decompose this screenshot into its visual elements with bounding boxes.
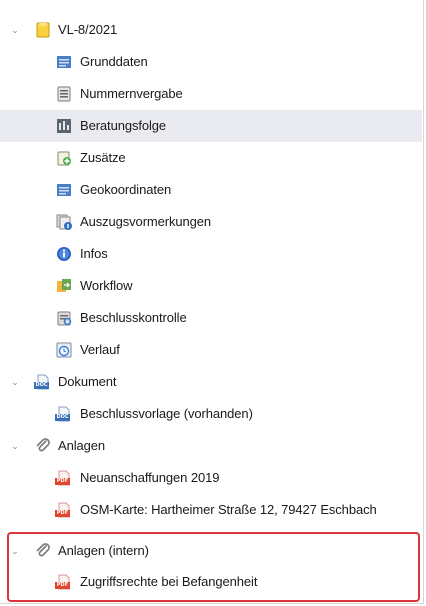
tree-item-label: Verlauf bbox=[80, 342, 120, 357]
tree-panel: ⌄ VL-8/2021 Grunddaten Nummernvergabe Be… bbox=[0, 0, 424, 604]
tree-item-osm-karte[interactable]: PDF OSM-Karte: Hartheimer Straße 12, 794… bbox=[0, 494, 422, 526]
tree-item-beschlusskontrolle[interactable]: Beschlusskontrolle bbox=[0, 302, 422, 334]
chevron-down-icon[interactable]: ⌄ bbox=[8, 439, 22, 453]
tree-item-zusaetze[interactable]: Zusätze bbox=[0, 142, 422, 174]
workflow-icon bbox=[55, 277, 73, 295]
tree-item-label: Workflow bbox=[80, 278, 133, 293]
tree-item-label: Neuanschaffungen 2019 bbox=[80, 470, 220, 485]
tree-node-anlagen-intern[interactable]: ⌄ Anlagen (intern) bbox=[0, 535, 422, 567]
tree-item-label: Auszugsvormerkungen bbox=[80, 214, 212, 229]
tree-item-label: Grunddaten bbox=[80, 54, 148, 69]
tree-item-grunddaten[interactable]: Grunddaten bbox=[0, 46, 422, 78]
pdf-file-icon: PDF bbox=[55, 469, 73, 487]
chevron-down-icon[interactable]: ⌄ bbox=[8, 23, 22, 37]
tree-node-anlagen[interactable]: ⌄ Anlagen bbox=[0, 430, 422, 462]
tree-node-dokument[interactable]: ⌄ DOC Dokument bbox=[0, 366, 422, 398]
council-icon bbox=[55, 117, 73, 135]
tree-node-label: Dokument bbox=[58, 374, 117, 389]
tree-item-nummernvergabe[interactable]: Nummernvergabe bbox=[0, 78, 422, 110]
form-icon bbox=[55, 53, 73, 71]
tree-item-beratungsfolge[interactable]: Beratungsfolge bbox=[0, 110, 422, 142]
tree-item-label: Infos bbox=[80, 246, 108, 261]
tree-item-label: Beschlussvorlage (vorhanden) bbox=[80, 406, 253, 421]
tree-item-auszugsvormerkungen[interactable]: Auszugsvormerkungen bbox=[0, 206, 422, 238]
tree-item-label: Zusätze bbox=[80, 150, 126, 165]
numbers-icon bbox=[55, 85, 73, 103]
tree-item-infos[interactable]: Infos bbox=[0, 238, 422, 270]
paperclip-icon bbox=[34, 437, 52, 455]
excerpt-icon bbox=[55, 213, 73, 231]
tree-item-label: Beratungsfolge bbox=[80, 118, 167, 133]
info-icon bbox=[55, 245, 73, 263]
tree-item-geokoordinaten[interactable]: Geokoordinaten bbox=[0, 174, 422, 206]
tree-item-label: Zugriffsrechte bei Befangenheit bbox=[80, 574, 258, 589]
history-icon bbox=[55, 341, 73, 359]
tree-item-label: Beschlusskontrolle bbox=[80, 310, 187, 325]
tree-item-beschlussvorlage[interactable]: DOC Beschlussvorlage (vorhanden) bbox=[0, 398, 422, 430]
tree-item-label: Geokoordinaten bbox=[80, 182, 172, 197]
paperclip-icon bbox=[34, 542, 52, 560]
chevron-down-icon[interactable]: ⌄ bbox=[8, 544, 22, 558]
tree-item-neuanschaffungen[interactable]: PDF Neuanschaffungen 2019 bbox=[0, 462, 422, 494]
addon-icon bbox=[55, 149, 73, 167]
tree-node-label: Anlagen bbox=[58, 438, 106, 453]
pdf-file-icon: PDF bbox=[55, 573, 73, 591]
tree-node-label: VL-8/2021 bbox=[58, 22, 118, 37]
tree-item-workflow[interactable]: Workflow bbox=[0, 270, 422, 302]
tree-node-label: Anlagen (intern) bbox=[58, 543, 149, 558]
tree-item-label: OSM-Karte: Hartheimer Straße 12, 79427 E… bbox=[80, 502, 377, 517]
control-icon bbox=[55, 309, 73, 327]
tree-item-zugriffsrechte[interactable]: PDF Zugriffsrechte bei Befangenheit bbox=[0, 566, 422, 598]
chevron-down-icon[interactable]: ⌄ bbox=[8, 375, 22, 389]
geo-icon bbox=[55, 181, 73, 199]
tree-node-root[interactable]: ⌄ VL-8/2021 bbox=[0, 14, 422, 46]
tree-item-label: Nummernvergabe bbox=[80, 86, 183, 101]
doc-file-icon: DOC bbox=[34, 373, 52, 391]
doc-file-icon: DOC bbox=[55, 405, 73, 423]
folder-icon bbox=[34, 21, 52, 39]
tree-item-verlauf[interactable]: Verlauf bbox=[0, 334, 422, 366]
pdf-file-icon: PDF bbox=[55, 501, 73, 519]
